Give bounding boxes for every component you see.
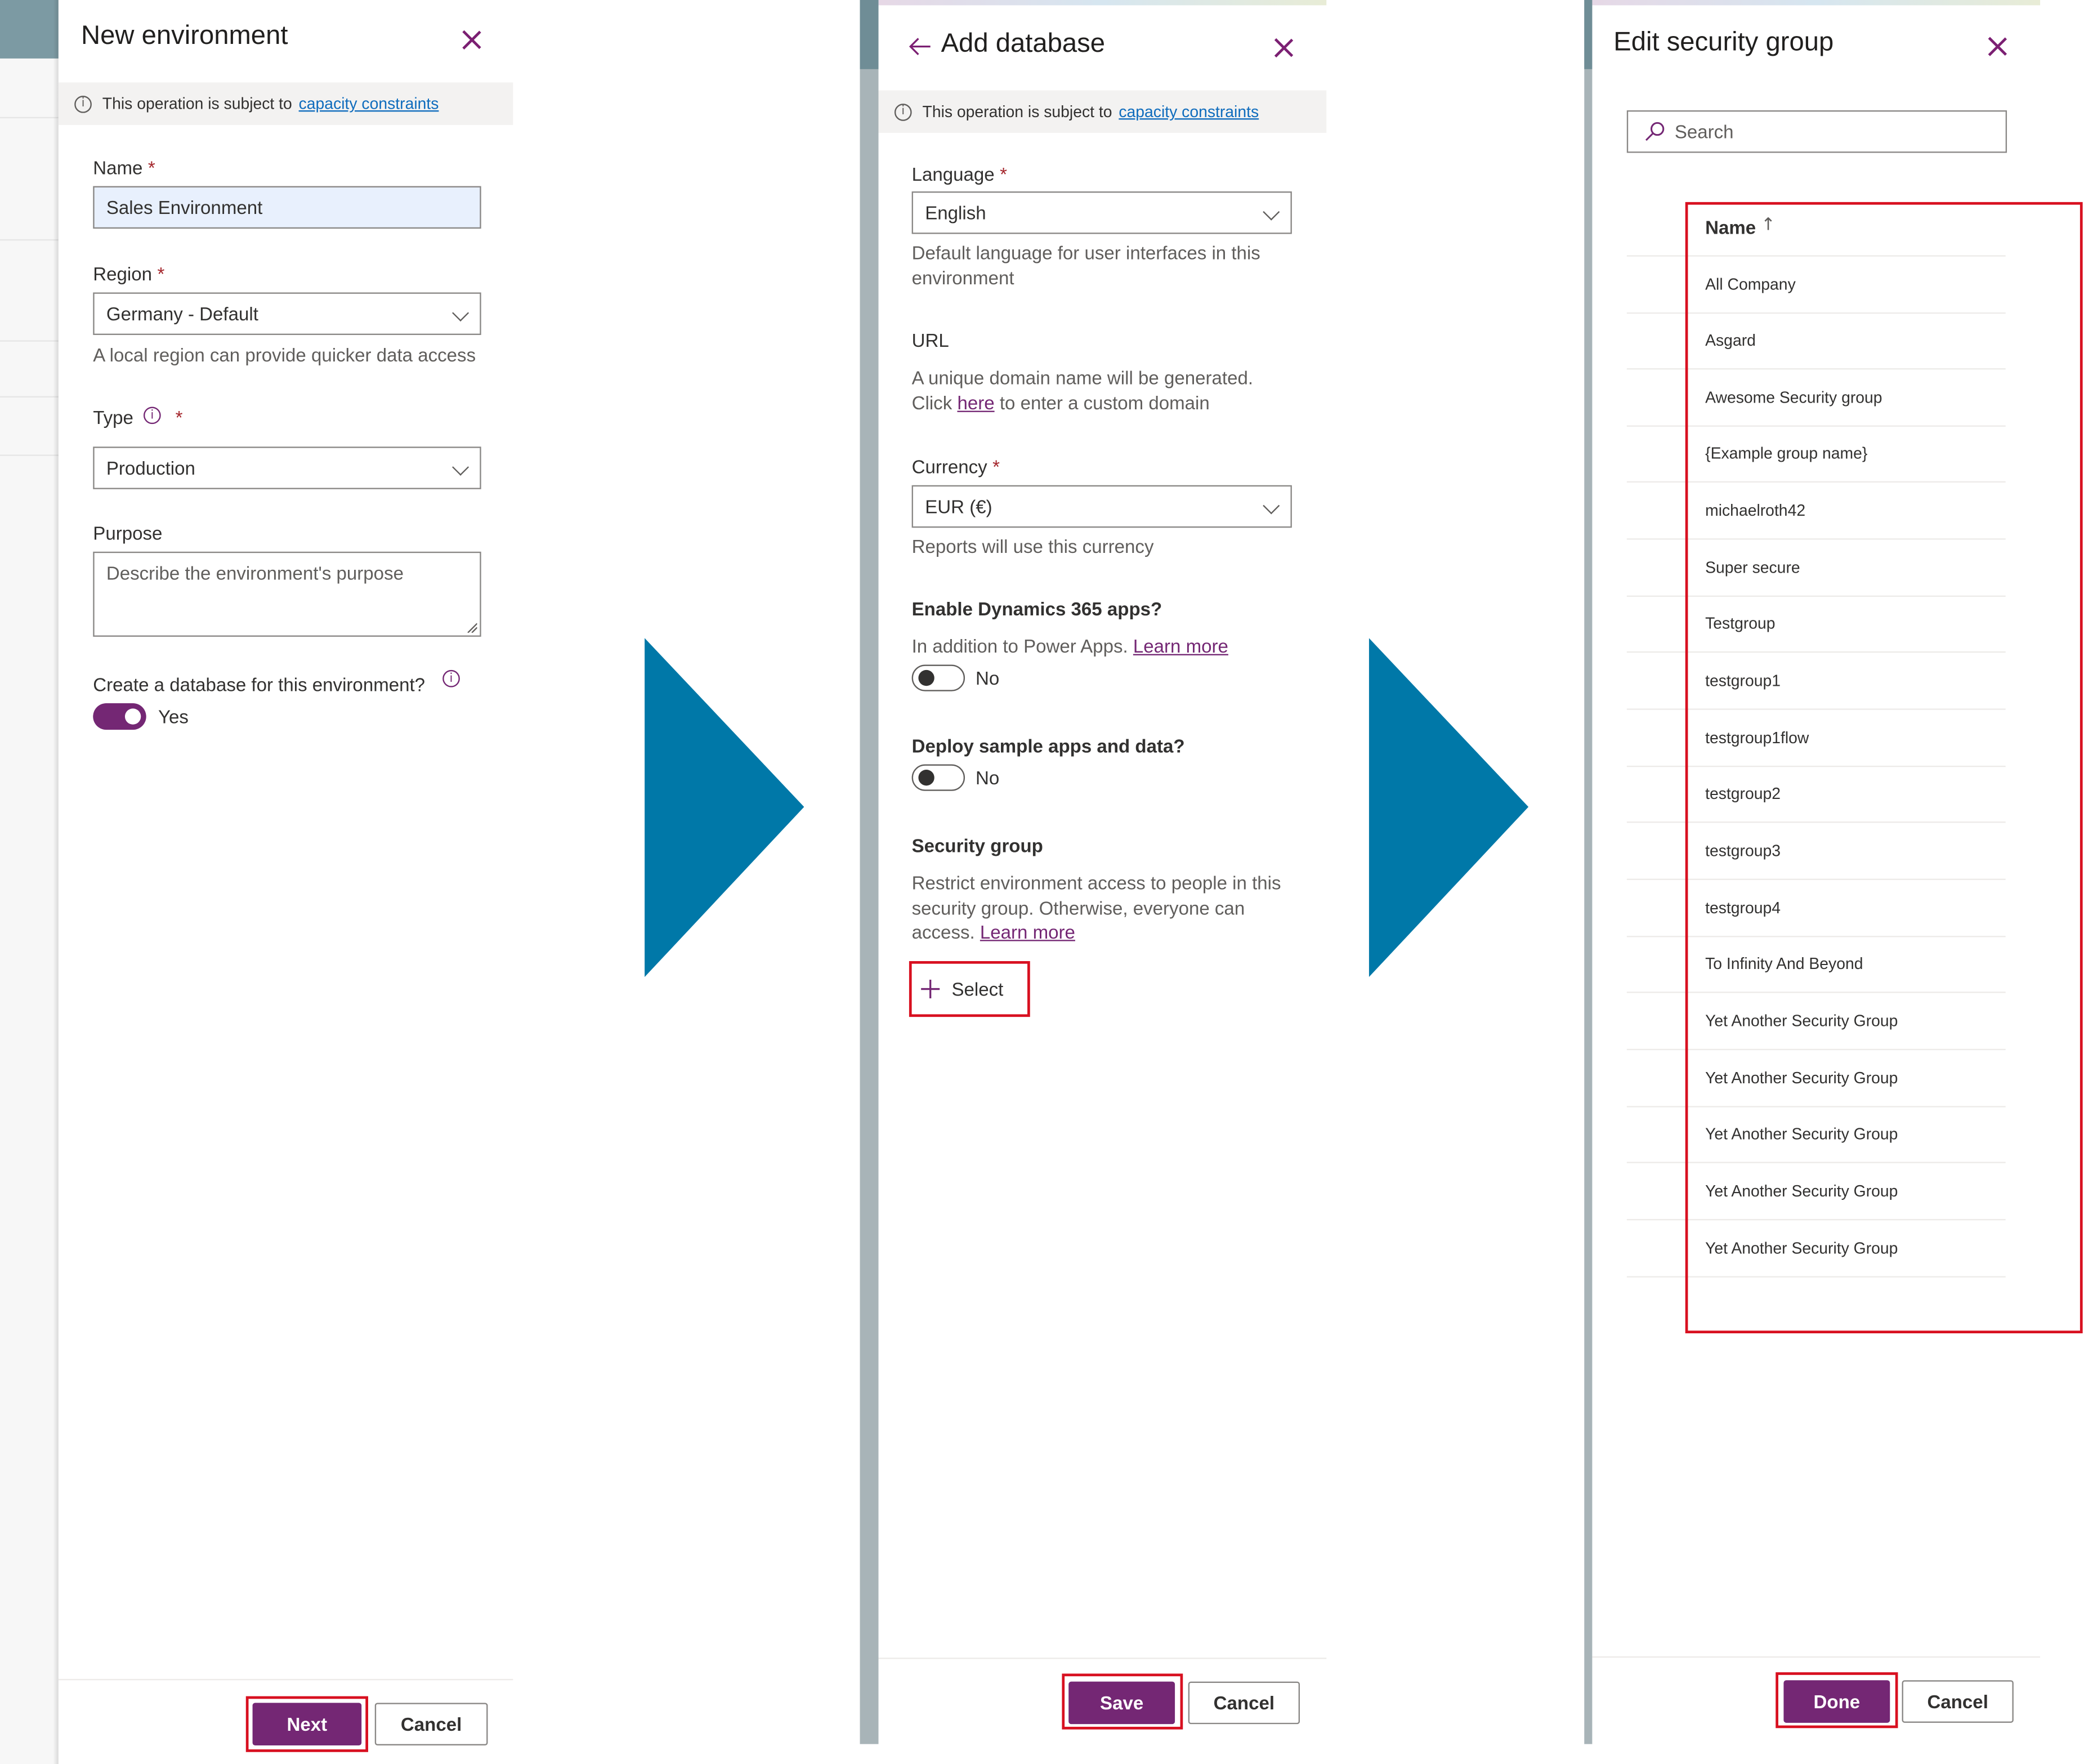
type-info-icon[interactable]: i xyxy=(143,407,161,425)
region-help: A local region can provide quicker data … xyxy=(93,344,476,366)
purpose-label: Purpose xyxy=(93,522,163,544)
dynamics-help: In addition to Power Apps. Learn more xyxy=(911,635,1228,657)
chevron-down-icon xyxy=(452,458,469,476)
purpose-textarea[interactable]: Describe the environment's purpose xyxy=(93,551,481,637)
sample-toggle-text: No xyxy=(975,767,1000,789)
highlight-select xyxy=(909,961,1030,1017)
footer-divider xyxy=(58,1678,513,1681)
capacity-notice: i This operation is subject to capacity … xyxy=(58,82,513,125)
cancel-button[interactable]: Cancel xyxy=(1188,1681,1300,1725)
panel-title: Edit security group xyxy=(1613,28,1834,57)
custom-domain-link[interactable]: here xyxy=(957,392,994,413)
region-label: Region * xyxy=(93,263,165,285)
cancel-button[interactable]: Cancel xyxy=(374,1703,488,1745)
highlight-done xyxy=(1776,1672,1898,1729)
background-sliver-3 xyxy=(1584,0,1593,1744)
url-help-line2: Click here to enter a custom domain xyxy=(911,392,1210,414)
info-icon: i xyxy=(74,95,92,113)
resize-grip-icon[interactable] xyxy=(467,622,477,633)
url-label: URL xyxy=(911,329,949,351)
top-gradient-2 xyxy=(878,0,1327,6)
panel-title: New environment xyxy=(81,21,288,51)
back-arrow-icon[interactable] xyxy=(908,36,932,57)
learn-more-link[interactable]: Learn more xyxy=(1133,636,1228,657)
type-required-mark: * xyxy=(175,407,183,428)
database-toggle-text: Yes xyxy=(158,705,189,727)
database-info-icon[interactable]: i xyxy=(442,669,460,687)
database-label: Create a database for this environment? xyxy=(93,674,426,695)
security-help-line2: security group. Otherwise, everyone can xyxy=(911,897,1245,919)
capacity-constraints-link[interactable]: capacity constraints xyxy=(1119,102,1259,121)
close-icon[interactable] xyxy=(1273,37,1295,59)
security-group-label: Security group xyxy=(911,834,1043,856)
highlight-save xyxy=(1062,1673,1183,1730)
database-toggle[interactable] xyxy=(93,703,146,730)
info-icon: i xyxy=(894,102,912,120)
top-gradient-3 xyxy=(1592,0,2041,6)
name-label: Name * xyxy=(93,157,155,178)
cancel-button[interactable]: Cancel xyxy=(1902,1680,2014,1723)
highlight-next xyxy=(245,1696,368,1752)
dynamics-label: Enable Dynamics 365 apps? xyxy=(911,598,1162,620)
language-dropdown[interactable]: English xyxy=(911,191,1292,234)
close-icon[interactable] xyxy=(461,29,482,51)
type-label: Type xyxy=(93,407,133,428)
currency-help: Reports will use this currency xyxy=(911,535,1154,557)
close-icon[interactable] xyxy=(1987,36,2009,57)
background-sliver-2 xyxy=(860,0,879,1744)
dynamics-toggle-text: No xyxy=(975,667,1000,689)
panel-title: Add database xyxy=(941,29,1105,59)
capacity-constraints-link[interactable]: capacity constraints xyxy=(299,95,439,113)
search-input[interactable]: Search xyxy=(1626,110,2007,153)
name-field[interactable]: Sales Environment xyxy=(93,186,481,229)
chevron-down-icon xyxy=(1263,497,1280,515)
capacity-notice: i This operation is subject to capacity … xyxy=(878,90,1327,133)
region-dropdown[interactable]: Germany - Default xyxy=(93,292,481,335)
chevron-down-icon xyxy=(1263,203,1280,221)
language-label: Language * xyxy=(911,163,1008,185)
security-learn-more-link[interactable]: Learn more xyxy=(980,921,1075,943)
arrow-right-icon xyxy=(1369,638,1529,977)
url-help-line1: A unique domain name will be generated. xyxy=(911,367,1254,388)
background-sliver-1 xyxy=(0,0,59,1764)
dynamics-toggle[interactable] xyxy=(911,664,965,691)
notice-text: This operation is subject to xyxy=(922,102,1112,121)
arrow-right-icon xyxy=(645,638,804,977)
type-dropdown[interactable]: Production xyxy=(93,446,481,489)
footer-divider xyxy=(1592,1656,2041,1658)
sample-label: Deploy sample apps and data? xyxy=(911,735,1185,757)
chevron-down-icon xyxy=(452,304,469,322)
currency-dropdown[interactable]: EUR (€) xyxy=(911,485,1292,528)
sample-toggle[interactable] xyxy=(911,764,965,791)
search-icon xyxy=(1645,122,1665,141)
language-help: Default language for user interfaces in … xyxy=(911,242,1260,289)
notice-text: This operation is subject to xyxy=(102,94,292,113)
highlight-group-list xyxy=(1685,202,2083,1334)
security-help-line3: access. Learn more xyxy=(911,921,1075,943)
footer-divider xyxy=(878,1658,1327,1659)
security-help-line1: Restrict environment access to people in… xyxy=(911,872,1281,894)
currency-label: Currency * xyxy=(911,455,1000,477)
